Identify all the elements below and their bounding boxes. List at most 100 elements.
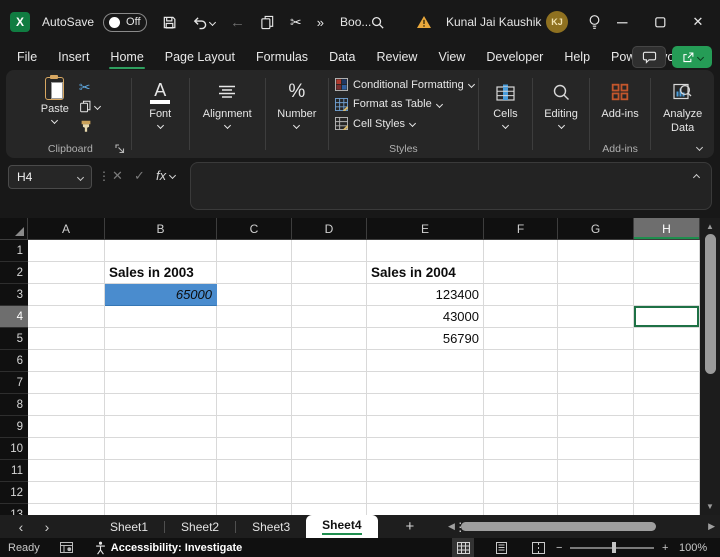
cell-E8[interactable] (367, 394, 484, 416)
row-header-2[interactable]: 2 (0, 262, 28, 284)
cell-G4[interactable] (558, 306, 634, 328)
editing-group-button[interactable]: Editing (537, 75, 585, 158)
cell-E9[interactable] (367, 416, 484, 438)
cell-D1[interactable] (292, 240, 367, 262)
cell-D6[interactable] (292, 350, 367, 372)
zoom-slider[interactable] (570, 538, 654, 557)
scroll-left-arrow[interactable]: ◀ (448, 521, 455, 532)
cell-F5[interactable] (484, 328, 558, 350)
sheet-nav-next[interactable]: › (34, 519, 60, 535)
menu-tab-developer[interactable]: Developer (485, 48, 544, 66)
cell-F2[interactable] (484, 262, 558, 284)
sheet-tab-sheet1[interactable]: Sheet1 (94, 515, 164, 538)
cell-B1[interactable] (105, 240, 217, 262)
zoom-out-button[interactable]: − (556, 538, 562, 557)
cell-F12[interactable] (484, 482, 558, 504)
avatar[interactable]: KJ (546, 11, 568, 33)
cell-H1[interactable] (634, 240, 700, 262)
cell-B6[interactable] (105, 350, 217, 372)
row-header-8[interactable]: 8 (0, 394, 28, 416)
cell-C13[interactable] (217, 504, 292, 515)
formula-input[interactable] (190, 162, 712, 210)
cell-C4[interactable] (217, 306, 292, 328)
menu-tab-insert[interactable]: Insert (57, 48, 90, 66)
clipboard-dialog-launcher[interactable] (115, 144, 125, 154)
share-dropdown-chevron[interactable] (697, 53, 704, 60)
menu-tab-page-layout[interactable]: Page Layout (164, 48, 236, 66)
page-break-view-button[interactable] (527, 538, 549, 557)
cell-A6[interactable] (28, 350, 105, 372)
menu-tab-view[interactable]: View (437, 48, 466, 66)
menu-tab-formulas[interactable]: Formulas (255, 48, 309, 66)
column-header-F[interactable]: F (484, 218, 558, 240)
menu-tab-data[interactable]: Data (328, 48, 356, 66)
cell-B11[interactable] (105, 460, 217, 482)
cell-H10[interactable] (634, 438, 700, 460)
cell-A4[interactable] (28, 306, 105, 328)
macro-record-button[interactable] (60, 542, 73, 553)
scroll-up-arrow[interactable]: ▲ (706, 222, 714, 231)
cell-D12[interactable] (292, 482, 367, 504)
cell-A5[interactable] (28, 328, 105, 350)
scroll-right-arrow[interactable]: ▶ (708, 521, 715, 532)
comments-button[interactable] (632, 46, 666, 68)
copy-dropdown-chevron[interactable] (94, 103, 101, 110)
cell-H8[interactable] (634, 394, 700, 416)
column-header-G[interactable]: G (558, 218, 634, 240)
cell-E11[interactable] (367, 460, 484, 482)
cell-A9[interactable] (28, 416, 105, 438)
copy-button-ribbon[interactable] (79, 99, 100, 114)
share-button[interactable] (672, 46, 712, 68)
row-header-13[interactable]: 13 (0, 504, 28, 515)
cell-A8[interactable] (28, 394, 105, 416)
font-group-button[interactable]: A Font (136, 75, 185, 158)
cell-D7[interactable] (292, 372, 367, 394)
column-header-E[interactable]: E (367, 218, 484, 240)
cell-H7[interactable] (634, 372, 700, 394)
cell-E2[interactable]: Sales in 2004 (367, 262, 484, 284)
cell-A7[interactable] (28, 372, 105, 394)
vertical-scrollbar[interactable]: ▲ ▼ (700, 218, 720, 515)
row-header-9[interactable]: 9 (0, 416, 28, 438)
addins-button[interactable]: Add-ins (601, 75, 638, 120)
cell-F8[interactable] (484, 394, 558, 416)
paste-dropdown-chevron[interactable] (51, 117, 58, 124)
cell-F3[interactable] (484, 284, 558, 306)
format-painter-button[interactable] (79, 118, 100, 133)
cell-A11[interactable] (28, 460, 105, 482)
row-header-1[interactable]: 1 (0, 240, 28, 262)
cell-G11[interactable] (558, 460, 634, 482)
column-header-D[interactable]: D (292, 218, 367, 240)
undo-dropdown-chevron[interactable] (209, 18, 216, 25)
menu-tab-home[interactable]: Home (109, 48, 144, 66)
maximize-button[interactable] (642, 0, 678, 44)
sheet-tab-sheet4[interactable]: Sheet4 (306, 515, 377, 538)
menu-tab-review[interactable]: Review (375, 48, 418, 66)
cell-B13[interactable] (105, 504, 217, 515)
cell-B8[interactable] (105, 394, 217, 416)
cell-H2[interactable] (634, 262, 700, 284)
cell-D4[interactable] (292, 306, 367, 328)
cell-G1[interactable] (558, 240, 634, 262)
cell-C5[interactable] (217, 328, 292, 350)
cell-C1[interactable] (217, 240, 292, 262)
accessibility-status[interactable]: Accessibility: Investigate (95, 541, 242, 555)
cell-B3[interactable]: 65000 (105, 284, 217, 306)
row-header-6[interactable]: 6 (0, 350, 28, 372)
cell-G9[interactable] (558, 416, 634, 438)
cell-G3[interactable] (558, 284, 634, 306)
autosave-toggle[interactable]: Off (103, 13, 147, 32)
cell-H3[interactable] (634, 284, 700, 306)
cell-C3[interactable] (217, 284, 292, 306)
row-header-12[interactable]: 12 (0, 482, 28, 504)
cell-E6[interactable] (367, 350, 484, 372)
cell-B12[interactable] (105, 482, 217, 504)
column-header-H[interactable]: H (634, 218, 700, 240)
cell-C6[interactable] (217, 350, 292, 372)
row-header-11[interactable]: 11 (0, 460, 28, 482)
cell-E5[interactable]: 56790 (367, 328, 484, 350)
page-layout-view-button[interactable] (490, 538, 512, 557)
cell-F10[interactable] (484, 438, 558, 460)
formula-bar-grip[interactable]: ⋮ (98, 169, 110, 183)
cell-G7[interactable] (558, 372, 634, 394)
